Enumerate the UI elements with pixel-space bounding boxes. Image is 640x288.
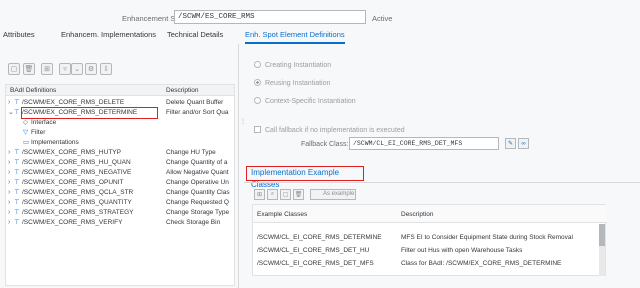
delete-icon[interactable]: 🗑 bbox=[293, 189, 304, 200]
badi-icon: ⊤ bbox=[14, 99, 20, 106]
chevron-right-icon[interactable]: › bbox=[8, 168, 10, 178]
add-icon[interactable]: ⊞ bbox=[254, 189, 265, 200]
display-icon[interactable]: ∞ bbox=[518, 138, 529, 149]
radio-icon bbox=[254, 97, 261, 104]
copy-icon[interactable]: ▢ bbox=[280, 189, 291, 200]
radio-selected-icon bbox=[254, 79, 261, 86]
tree-row[interactable]: › ⊤ /SCWM/EX_CORE_RMS_OPUNIT Change Oper… bbox=[6, 178, 234, 188]
copy-icon[interactable]: ▢ bbox=[8, 63, 20, 75]
badi-icon: ⊤ bbox=[14, 159, 20, 166]
chevron-right-icon[interactable]: › bbox=[8, 98, 10, 108]
badi-icon: ⊤ bbox=[14, 189, 20, 196]
col-description: Description bbox=[401, 211, 434, 218]
scrollbar[interactable] bbox=[599, 224, 605, 276]
tab-strip: Attributes Enhancem. Implementations Tec… bbox=[0, 30, 640, 44]
tree-row[interactable]: › ⊤ /SCWM/EX_CORE_RMS_DELETE Delete Quan… bbox=[6, 98, 234, 108]
interface-icon: ◇ bbox=[23, 119, 28, 126]
badi-icon: ⊤ bbox=[14, 199, 20, 206]
table-row[interactable]: /SCWM/CL_EI_CORE_RMS_DET_MFS Class for B… bbox=[253, 258, 599, 269]
tree-row[interactable]: › ⊤ /SCWM/EX_CORE_RMS_QCLA_STR Change Qu… bbox=[6, 188, 234, 198]
tree-row[interactable]: › ⊤ /SCWM/EX_CORE_RMS_HUTYP Change HU Ty… bbox=[6, 148, 234, 158]
tree-row[interactable]: › ⊤ /SCWM/EX_CORE_RMS_NEGATIVE Allow Neg… bbox=[6, 168, 234, 178]
status-text: Active bbox=[372, 14, 393, 23]
radio-context-specific-instantiation[interactable]: Context-Specific Instantiation bbox=[254, 97, 356, 105]
edit-icon[interactable]: ✎ bbox=[505, 138, 516, 149]
fallback-class-field[interactable]: /SCWM/CL_EI_CORE_RMS_DET_MFS bbox=[349, 137, 499, 150]
fallback-checkbox[interactable]: Call fallback if no implementation is ex… bbox=[254, 126, 405, 134]
badi-icon: ⊤ bbox=[14, 209, 20, 216]
radio-icon bbox=[254, 61, 261, 68]
left-pane: ▢ 🗑 ⊞ ▿ ⌄ ⚙ ⇩ BAdI Definitions Descripti… bbox=[0, 44, 236, 288]
enhancement-spot-field[interactable]: /SCWM/ES_CORE_RMS bbox=[174, 10, 366, 24]
tree-header: BAdI Definitions Description bbox=[6, 85, 234, 96]
radio-creating-instantiation[interactable]: Creating Instantiation bbox=[254, 61, 331, 69]
tree-row-interface[interactable]: ◇ Interface bbox=[6, 118, 234, 128]
tab-enhancement-implementations[interactable]: Enhancem. Implementations bbox=[61, 30, 156, 44]
chevron-down-icon[interactable]: ⌄ bbox=[8, 108, 14, 118]
radio-reusing-instantiation[interactable]: Reusing Instantiation bbox=[254, 79, 330, 87]
badi-tree: BAdI Definitions Description › ⊤ /SCWM/E… bbox=[5, 84, 235, 286]
tab-technical-details[interactable]: Technical Details bbox=[167, 30, 223, 44]
tab-enh-spot-element-definitions[interactable]: Enh. Spot Element Definitions bbox=[245, 30, 345, 44]
table-row[interactable]: /SCWM/CL_EI_CORE_RMS_DET_HU Filter out H… bbox=[253, 245, 599, 256]
tree-row-implementations[interactable]: ▭ Implementations bbox=[6, 138, 234, 148]
chevron-down-icon[interactable]: ⌄ bbox=[71, 63, 83, 75]
tree-row[interactable]: › ⊤ /SCWM/EX_CORE_RMS_HU_QUAN Change Qua… bbox=[6, 158, 234, 168]
delete-icon[interactable]: 🗑 bbox=[23, 63, 35, 75]
fallback-class-label: Fallback Class: bbox=[301, 141, 349, 148]
col-badi-definitions: BAdI Definitions bbox=[10, 87, 57, 94]
export-icon[interactable]: ⇩ bbox=[100, 63, 112, 75]
col-description: Description bbox=[166, 87, 199, 94]
filter-icon: ▽ bbox=[23, 129, 28, 136]
chevron-right-icon[interactable]: › bbox=[8, 188, 10, 198]
as-example-button[interactable]: As example bbox=[310, 189, 356, 200]
checkbox-icon bbox=[254, 126, 261, 133]
tree-row-filter[interactable]: ▽ Filter bbox=[6, 128, 234, 138]
search-icon[interactable]: ⌕ bbox=[267, 189, 278, 200]
chevron-right-icon[interactable]: › bbox=[8, 198, 10, 208]
badi-icon: ⊤ bbox=[14, 149, 20, 156]
section-divider bbox=[244, 182, 640, 183]
col-example-classes: Example Classes bbox=[257, 211, 308, 218]
chevron-right-icon[interactable]: › bbox=[8, 148, 10, 158]
badi-icon: ⊤ bbox=[14, 179, 20, 186]
folder-icon: ▭ bbox=[23, 139, 30, 146]
tab-attributes[interactable]: Attributes bbox=[3, 30, 35, 44]
badi-icon: ⊤ bbox=[14, 169, 20, 176]
implementation-example-classes-title: Implementation Example Classes bbox=[246, 166, 364, 189]
example-classes-table: Example Classes Description /SCWM/CL_EI_… bbox=[252, 204, 607, 276]
right-pane: Creating Instantiation Reusing Instantia… bbox=[244, 44, 640, 288]
scrollbar-thumb[interactable] bbox=[599, 224, 605, 246]
tree-row[interactable]: › ⊤ /SCWM/EX_CORE_RMS_QUANTITY Change Re… bbox=[6, 198, 234, 208]
filter-icon[interactable]: ▿ bbox=[59, 63, 71, 75]
chevron-right-icon[interactable]: › bbox=[8, 218, 10, 228]
chevron-right-icon[interactable]: › bbox=[8, 178, 10, 188]
badi-icon: ⊤ bbox=[14, 219, 20, 226]
chevron-right-icon[interactable]: › bbox=[8, 158, 10, 168]
badi-icon: ⊤ bbox=[14, 109, 20, 116]
tree-row-selected[interactable]: ⌄ ⊤ /SCWM/EX_CORE_RMS_DETERMINE Filter a… bbox=[6, 107, 234, 119]
tree-icon[interactable]: ⊞ bbox=[41, 63, 53, 75]
settings-icon[interactable]: ⚙ bbox=[85, 63, 97, 75]
table-row[interactable]: /SCWM/CL_EI_CORE_RMS_DETERMINE MFS EI to… bbox=[253, 232, 599, 243]
tree-row[interactable]: › ⊤ /SCWM/EX_CORE_RMS_VERIFY Check Stora… bbox=[6, 218, 234, 228]
tree-row[interactable]: › ⊤ /SCWM/EX_CORE_RMS_STRATEGY Change St… bbox=[6, 208, 234, 218]
table-header: Example Classes Description bbox=[253, 205, 607, 223]
chevron-right-icon[interactable]: › bbox=[8, 208, 10, 218]
pane-divider[interactable] bbox=[238, 44, 239, 288]
